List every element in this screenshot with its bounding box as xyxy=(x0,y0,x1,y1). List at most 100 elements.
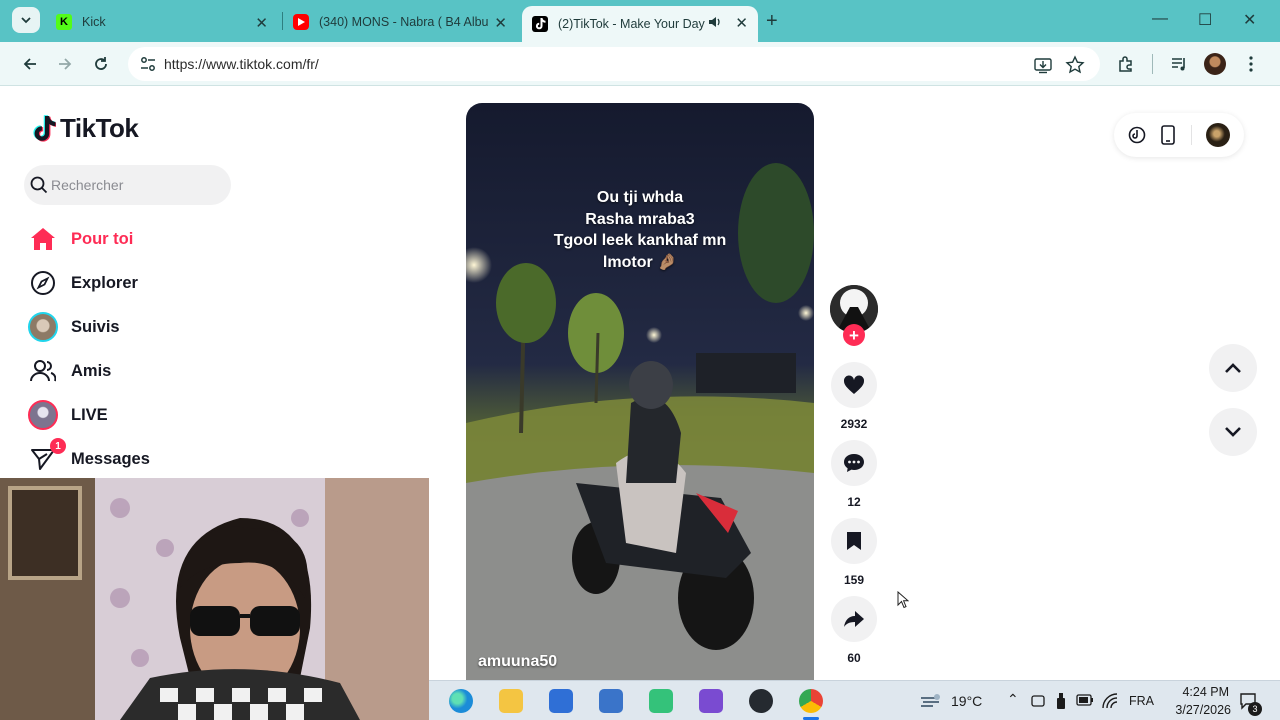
browser-menu-icon[interactable] xyxy=(1239,52,1263,76)
tab-divider xyxy=(282,12,283,30)
video-caption: Ou tji whda Rasha mraba3 Tgool leek kank… xyxy=(466,187,814,273)
address-bar[interactable]: https://www.tiktok.com/fr/ xyxy=(128,47,1100,81)
save-button[interactable] xyxy=(831,518,877,564)
home-icon xyxy=(28,224,58,254)
comment-count: 12 xyxy=(847,495,861,509)
search-input[interactable] xyxy=(51,173,221,197)
tiktok-logo-icon xyxy=(532,16,548,32)
chevron-up-icon xyxy=(1225,363,1241,373)
share-button[interactable] xyxy=(831,596,877,642)
extensions-icon[interactable] xyxy=(1114,52,1138,76)
tab-kick[interactable]: K Kick ✕ xyxy=(48,6,278,38)
messages-icon: 1 xyxy=(28,438,66,474)
close-tab-icon[interactable]: ✕ xyxy=(255,14,268,32)
nav-for-you[interactable]: Pour toi xyxy=(28,217,268,261)
profile-avatar[interactable] xyxy=(1203,52,1227,76)
youtube-logo-icon xyxy=(293,14,309,30)
window-close-icon[interactable]: ✕ xyxy=(1243,10,1256,30)
kick-logo-icon: K xyxy=(56,14,72,30)
maximize-icon[interactable]: ☐ xyxy=(1198,10,1212,30)
search-icon xyxy=(30,176,48,194)
chrome-icon[interactable] xyxy=(799,689,823,713)
tab-title: (2)TikTok - Make Your Day xyxy=(558,17,705,31)
tab-title: (340) MONS - Nabra ( B4 Albu xyxy=(319,15,489,29)
edge-icon[interactable] xyxy=(449,689,473,713)
header-divider xyxy=(1191,125,1192,145)
video-player[interactable]: Ou tji whda Rasha mraba3 Tgool leek kank… xyxy=(466,103,814,683)
follow-button[interactable]: + xyxy=(843,324,865,346)
browser-toolbar: https://www.tiktok.com/fr/ xyxy=(0,42,1280,86)
messages-badge: 1 xyxy=(50,438,66,454)
live-avatar xyxy=(28,400,58,430)
brand-wordmark: TikTok xyxy=(60,113,139,143)
back-icon[interactable] xyxy=(18,52,42,76)
tab-search-button[interactable] xyxy=(12,7,40,33)
nav-messages[interactable]: 1 Messages xyxy=(28,437,268,481)
caption-line: lmotor 🤌🏽 xyxy=(602,253,678,271)
nav-following[interactable]: Suivis xyxy=(28,305,268,349)
speaker-icon[interactable] xyxy=(708,15,722,32)
site-settings-icon[interactable] xyxy=(138,54,158,74)
close-tab-icon[interactable]: ✕ xyxy=(735,14,748,32)
tab-tiktok[interactable]: (2)TikTok - Make Your Day ✕ xyxy=(522,6,758,42)
battery-icon[interactable] xyxy=(1076,693,1094,707)
obs-icon[interactable] xyxy=(749,689,773,713)
forward-icon[interactable] xyxy=(53,52,77,76)
new-tab-button[interactable]: + xyxy=(766,10,778,33)
comment-button[interactable] xyxy=(831,440,877,486)
get-app-icon[interactable] xyxy=(1161,125,1175,150)
webcam-overlay xyxy=(0,478,429,720)
nav-live[interactable]: LIVE xyxy=(28,393,268,437)
coins-icon[interactable] xyxy=(1128,126,1146,149)
minimize-icon[interactable]: — xyxy=(1152,10,1168,28)
weather-icon[interactable] xyxy=(919,692,943,710)
mouse-cursor-icon xyxy=(897,591,909,609)
nav-friends[interactable]: Amis xyxy=(28,349,268,393)
bookmark-star-icon[interactable] xyxy=(1065,55,1085,75)
clock-date[interactable]: 3/27/2026 xyxy=(1163,703,1231,717)
language-indicator[interactable]: FRA xyxy=(1129,694,1154,708)
like-button[interactable] xyxy=(831,362,877,408)
nav-label: Amis xyxy=(71,361,112,380)
file-explorer-icon[interactable] xyxy=(499,689,523,713)
wifi-icon[interactable] xyxy=(1102,693,1118,709)
next-video-button[interactable] xyxy=(1209,408,1257,456)
search-box[interactable] xyxy=(24,165,231,205)
chat-app-icon[interactable] xyxy=(649,689,673,713)
nav-label: Suivis xyxy=(71,317,120,336)
previous-video-button[interactable] xyxy=(1209,344,1257,392)
nav-explore[interactable]: Explorer xyxy=(28,261,268,305)
user-avatar[interactable] xyxy=(1206,123,1230,147)
bookmark-icon xyxy=(847,532,861,550)
share-icon xyxy=(844,611,864,627)
toolbar-divider xyxy=(1152,54,1153,74)
comment-icon xyxy=(844,454,864,472)
heart-icon xyxy=(843,375,865,394)
header-actions xyxy=(1114,113,1244,157)
sidebar-nav: Pour toi Explorer Suivis Amis LIVE 1 Mes… xyxy=(28,217,268,481)
close-tab-icon[interactable]: ✕ xyxy=(494,14,507,32)
media-controls-icon[interactable] xyxy=(1167,52,1191,76)
like-count: 2932 xyxy=(840,417,868,431)
reload-icon[interactable] xyxy=(89,52,113,76)
url-text: https://www.tiktok.com/fr/ xyxy=(164,56,319,72)
friends-icon xyxy=(28,356,58,386)
clipchamp-icon[interactable] xyxy=(699,689,723,713)
outlook-icon[interactable] xyxy=(599,689,623,713)
temperature: 19°C xyxy=(951,693,983,709)
caption-line: Tgool leek kankhaf mn xyxy=(553,232,727,249)
tray-overflow-icon[interactable]: ⌃ xyxy=(1007,691,1019,708)
nav-label: Explorer xyxy=(71,273,138,292)
video-author-username[interactable]: amuuna50 xyxy=(478,653,557,671)
meet-now-icon[interactable] xyxy=(1031,693,1045,709)
chevron-down-icon xyxy=(1225,427,1241,437)
install-app-icon[interactable] xyxy=(1033,55,1053,75)
nav-label: Pour toi xyxy=(71,229,134,248)
usb-icon[interactable] xyxy=(1056,692,1066,710)
tab-youtube[interactable]: (340) MONS - Nabra ( B4 Albu ✕ xyxy=(285,6,517,38)
store-icon[interactable] xyxy=(549,689,573,713)
tiktok-logo[interactable]: TikTok xyxy=(32,113,139,144)
webcam-feed xyxy=(0,478,429,720)
browser-tab-bar: K Kick ✕ (340) MONS - Nabra ( B4 Albu ✕ … xyxy=(0,0,1280,42)
clock-time[interactable]: 4:24 PM xyxy=(1165,685,1229,699)
